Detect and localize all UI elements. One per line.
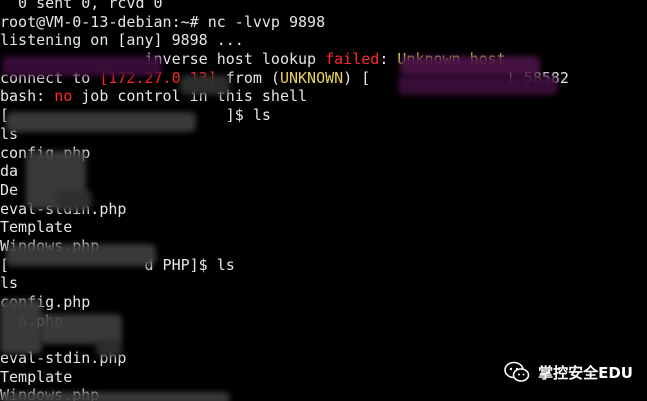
redaction-blur	[6, 244, 156, 266]
terminal-text: De	[0, 180, 19, 199]
terminal-text: ) [	[343, 68, 371, 87]
redaction-blur	[400, 56, 540, 76]
redaction-blur	[2, 56, 162, 76]
terminal-text: da	[0, 162, 19, 181]
terminal-text: 0 sent 0, rcvd 0	[0, 0, 163, 12]
redaction-blur	[180, 75, 230, 95]
terminal-line: De	[0, 181, 647, 200]
terminal-line: config.php	[0, 144, 647, 163]
terminal-text: listening on [any] 9898 ...	[0, 31, 244, 50]
wechat-logo-icon	[504, 361, 530, 382]
redaction-blur	[398, 75, 558, 95]
terminal-text: bash:	[0, 87, 55, 106]
terminal-text: UNKNOWN	[279, 68, 344, 87]
terminal-text: :	[379, 50, 398, 69]
terminal-text: ls	[0, 274, 19, 293]
redaction-blur	[0, 392, 230, 401]
redaction-blur	[0, 299, 42, 354]
terminal-line: config.php	[0, 293, 647, 312]
terminal-line: da	[0, 162, 647, 181]
redaction-blur	[6, 112, 196, 132]
terminal-text: root@VM-0-13-debian:~# nc -lvvp 9898	[0, 12, 326, 31]
watermark-text: 掌控安全EDU	[538, 363, 633, 382]
terminal-line: ls	[0, 274, 647, 293]
redaction-blur	[56, 190, 92, 210]
terminal-text: no	[54, 87, 73, 106]
terminal-text: Template	[0, 218, 73, 237]
watermark: 掌控安全EDU	[504, 361, 633, 383]
terminal-window[interactable]: 0 sent 0, rcvd 0 root@VM-0-13-debian:~# n…	[0, 0, 647, 401]
terminal-text: Template	[0, 367, 73, 386]
terminal-line: Template	[0, 218, 647, 237]
terminal-line: 0 sent 0, rcvd 0	[0, 0, 647, 13]
redaction-blur	[96, 339, 122, 357]
terminal-text: failed	[325, 50, 380, 69]
terminal-line: root@VM-0-13-debian:~# nc -lvvp 9898	[0, 13, 647, 32]
terminal-line: eval-stdin.php	[0, 200, 647, 219]
terminal-line: listening on [any] 9898 ...	[0, 31, 647, 50]
